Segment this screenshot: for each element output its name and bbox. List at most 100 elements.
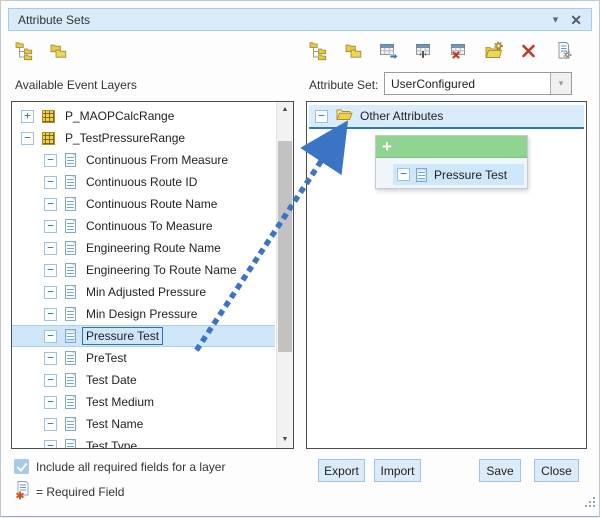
other-attributes-node[interactable]: − Other Attributes [309,105,584,129]
attribute-set-label: Attribute Set: [309,78,378,92]
import-button[interactable]: Import [374,459,421,482]
table-remove-field-icon[interactable] [448,40,470,62]
other-attributes-label: Other Attributes [360,109,443,123]
expander-icon[interactable]: − [44,308,57,321]
left-toolbar [14,40,70,62]
chevron-down-icon[interactable]: ▾ [553,13,559,26]
expander-icon[interactable]: − [21,132,34,145]
tree-item[interactable]: − Engineering To Route Name [12,259,275,281]
tree-item-label: Test Name [83,416,146,432]
tree-item-label: Test Medium [83,394,157,410]
tree-item[interactable]: − Test Date [12,369,275,391]
event-layers-tree: + P_MAOPCalcRange − P_TestPressureRange … [12,105,275,449]
tree-item[interactable]: − Continuous To Measure [12,215,275,237]
close-icon[interactable]: ✕ [570,13,582,27]
folder-tree-icon[interactable] [14,40,36,62]
plus-icon: + [382,137,392,157]
tree-item[interactable]: − Engineering Route Name [12,237,275,259]
include-required-fields-label: Include all required fields for a layer [36,460,225,474]
field-icon [65,373,76,387]
expander-icon[interactable]: − [44,374,57,387]
field-icon [65,219,76,233]
vertical-scrollbar[interactable]: ▲ ▼ [276,102,293,448]
close-button[interactable]: Close [534,459,579,482]
table-add-field-icon[interactable] [413,40,435,62]
expander-icon[interactable]: − [44,418,57,431]
available-event-layers-panel: + P_MAOPCalcRange − P_TestPressureRange … [11,101,294,449]
field-icon [65,329,76,343]
tree-item[interactable]: − Continuous From Measure [12,149,275,171]
tree-item[interactable]: − Test Medium [12,391,275,413]
tree-item[interactable]: − P_TestPressureRange [12,127,275,149]
tree-item[interactable]: − Continuous Route ID [12,171,275,193]
field-icon [65,153,76,167]
field-icon [65,285,76,299]
field-icon [65,307,76,321]
drop-allowed-indicator: + [376,136,527,158]
tree-item[interactable]: − Min Adjusted Pressure [12,281,275,303]
dropdown-arrow-button[interactable]: ▾ [550,73,571,94]
tree-item-label: Continuous Route ID [83,174,200,190]
expander-icon: − [397,168,410,181]
tree-item[interactable]: − Test Type [12,435,275,449]
table-export-icon[interactable] [378,40,400,62]
scrollbar-thumb[interactable] [278,141,292,352]
tree-item[interactable]: − PreTest [12,347,275,369]
tree-item[interactable]: + P_MAOPCalcRange [12,105,275,127]
field-icon [65,439,76,449]
tree-item-label: Continuous From Measure [83,152,231,168]
open-folders-icon[interactable] [48,40,70,62]
expander-icon[interactable]: − [44,264,57,277]
right-toolbar [308,40,575,62]
expander-icon[interactable]: − [44,220,57,233]
expander-icon[interactable]: − [44,176,57,189]
expander-icon[interactable]: − [44,198,57,211]
expander-icon[interactable]: − [44,396,57,409]
export-button[interactable]: Export [318,459,365,482]
expander-icon[interactable]: + [21,110,34,123]
dragged-item-label: Pressure Test [434,168,507,182]
attribute-set-panel: − Other Attributes + − Pressure Test [306,101,587,449]
scroll-up-icon[interactable]: ▲ [277,102,293,118]
drag-preview: + − Pressure Test [375,135,528,189]
expander-icon[interactable]: − [44,242,57,255]
tree-item-label: P_TestPressureRange [62,130,188,146]
required-field-legend: = Required Field [36,485,124,499]
resize-grip-icon[interactable] [585,495,596,513]
folder-tree-icon[interactable] [308,40,330,62]
required-field-icon [13,480,33,505]
dragged-item: − Pressure Test [393,164,524,185]
tree-item-label: Test Date [83,372,140,388]
tree-item-label: PreTest [83,350,130,366]
expander-icon[interactable]: − [315,110,328,123]
expander-icon[interactable]: − [44,440,57,450]
scroll-down-icon[interactable]: ▼ [277,432,293,448]
event-layer-icon [42,110,55,123]
tree-item[interactable]: − Test Name [12,413,275,435]
titlebar[interactable]: Attribute Sets ▾ ✕ [8,8,592,31]
available-event-layers-heading: Available Event Layers [15,78,137,92]
expander-icon[interactable]: − [44,154,57,167]
document-gear-icon[interactable] [553,40,575,62]
delete-icon[interactable] [518,40,540,62]
include-required-fields-checkbox[interactable] [14,459,29,474]
tree-item-label: Continuous Route Name [83,196,220,212]
open-folder-icon [336,108,353,124]
tree-item[interactable]: − Min Design Pressure [12,303,275,325]
attribute-sets-dialog: Attribute Sets ▾ ✕ [0,0,600,517]
tree-item-label: Min Design Pressure [83,306,200,322]
tree-item[interactable]: − Pressure Test [12,325,275,347]
save-button[interactable]: Save [479,459,521,482]
field-icon [65,241,76,255]
tree-item[interactable]: − Continuous Route Name [12,193,275,215]
attribute-set-dropdown[interactable]: UserConfigured ▾ [384,72,572,95]
folder-gear-icon[interactable] [483,40,505,62]
field-icon [416,168,427,182]
expander-icon[interactable]: − [44,330,57,343]
field-icon [65,351,76,365]
field-icon [65,175,76,189]
open-folders-icon[interactable] [343,40,365,62]
expander-icon[interactable]: − [44,286,57,299]
dialog-title: Attribute Sets [18,13,90,27]
expander-icon[interactable]: − [44,352,57,365]
